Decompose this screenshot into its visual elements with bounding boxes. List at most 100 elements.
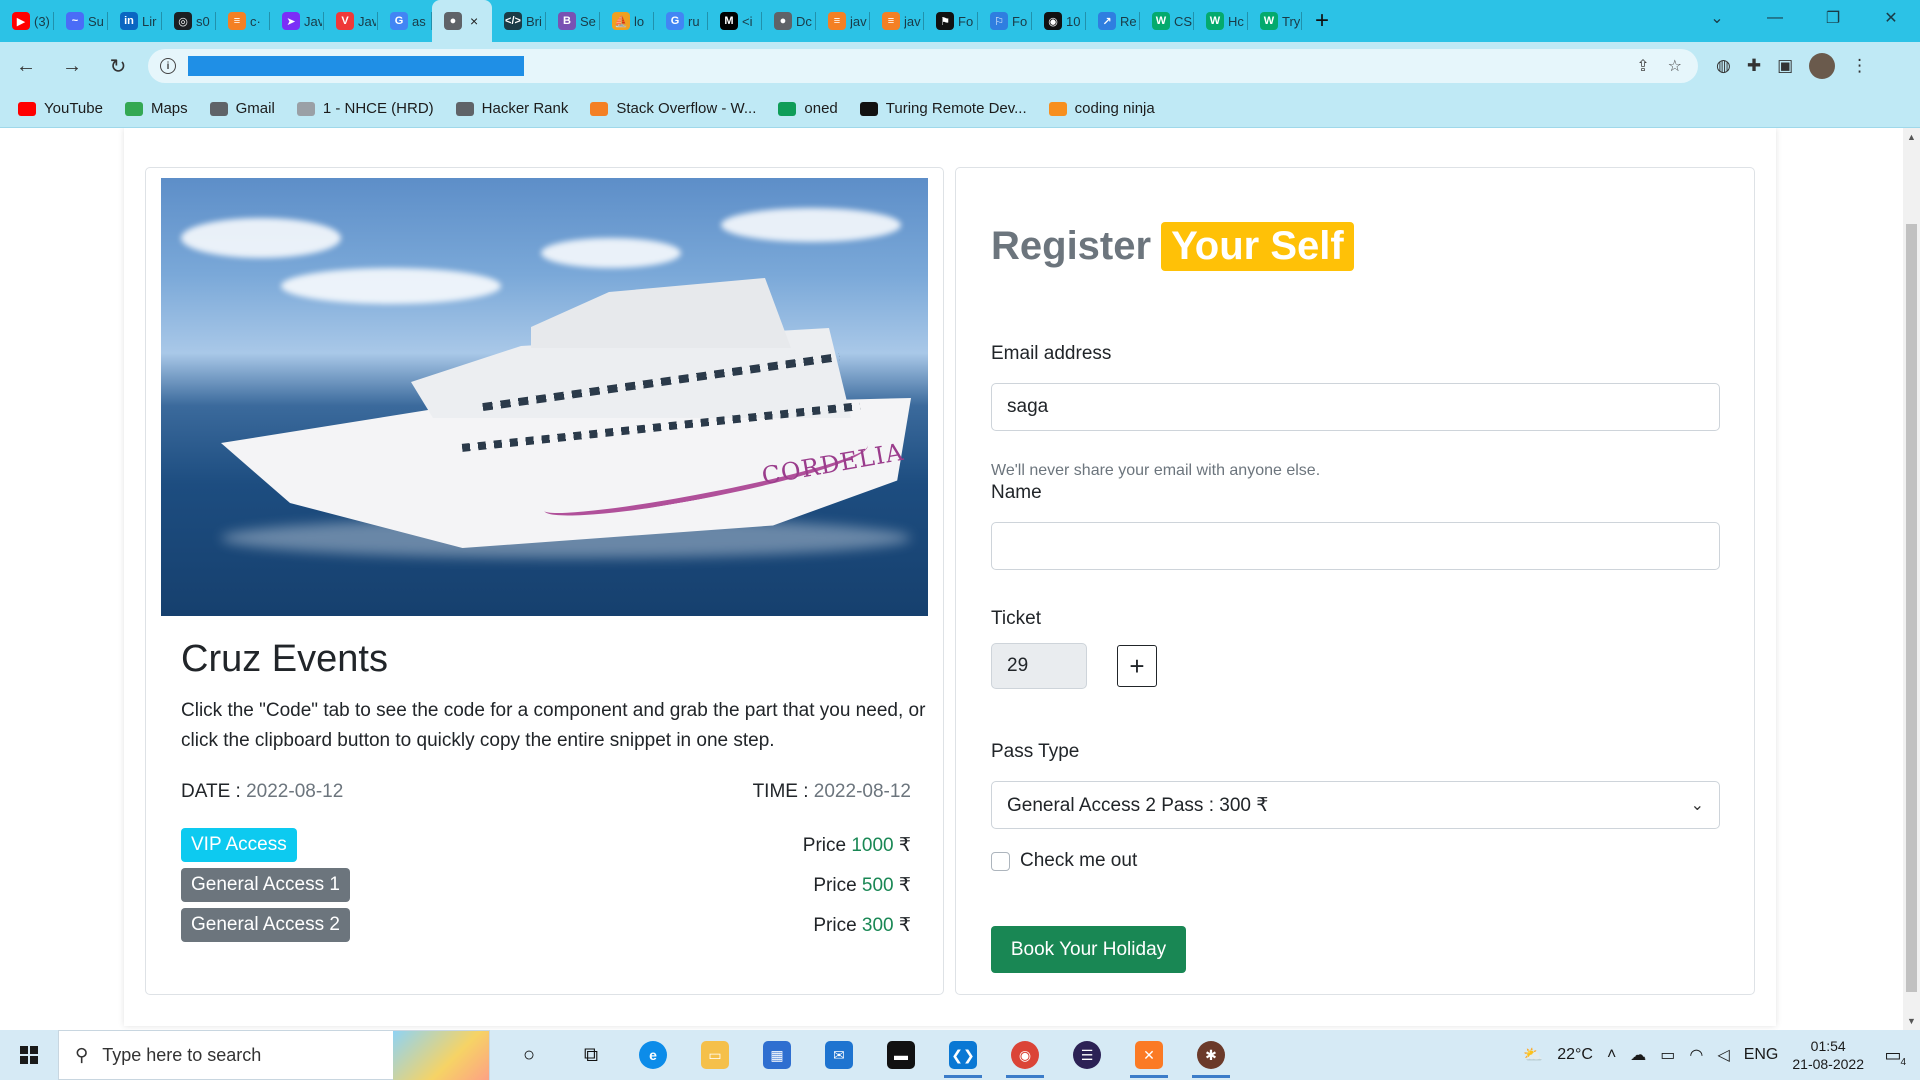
name-field[interactable]	[991, 522, 1720, 570]
share-icon[interactable]: ⇪	[1636, 56, 1649, 76]
browser-tab[interactable]: ⚑ Fo	[924, 0, 978, 42]
browser-tab[interactable]: ~ Su	[54, 0, 108, 42]
weather-temp[interactable]: 22°C	[1557, 1046, 1593, 1064]
extension-globe-icon[interactable]: ◍	[1716, 56, 1731, 76]
google-icon: G	[390, 12, 408, 30]
xampp-icon[interactable]: ✕	[1118, 1030, 1180, 1080]
scroll-down-arrow-icon[interactable]: ▼	[1907, 1016, 1916, 1026]
browser-tab[interactable]: ▶ (3)	[0, 0, 54, 42]
register-title-highlight: Your Self	[1161, 222, 1354, 271]
forward-button[interactable]: →	[52, 46, 92, 86]
language-indicator[interactable]: ENG	[1744, 1046, 1779, 1064]
bookmark-item[interactable]: coding ninja	[1048, 100, 1155, 117]
browser-tab[interactable]: ↗ Re	[1086, 0, 1140, 42]
bookmark-label: oned	[804, 100, 838, 117]
bookmark-item[interactable]: 1 - NHCE (HRD)	[296, 100, 434, 117]
chrome-icon[interactable]: ◉	[994, 1030, 1056, 1080]
reload-button[interactable]: ↻	[98, 46, 138, 86]
tray-chevron-icon[interactable]: ˄	[1607, 1046, 1616, 1064]
browser-tab[interactable]: V Jav	[324, 0, 378, 42]
mail-icon[interactable]: ✉	[808, 1030, 870, 1080]
start-button[interactable]	[0, 1030, 58, 1080]
book-holiday-button[interactable]: Book Your Holiday	[991, 926, 1186, 973]
browser-tab[interactable]: W CS	[1140, 0, 1194, 42]
pass-type-select[interactable]: General Access 2 Pass : 300 ₹ ⌄	[991, 781, 1720, 829]
close-tab-icon[interactable]: ×	[470, 13, 478, 29]
bookmark-item[interactable]: Stack Overflow - W...	[590, 100, 756, 117]
bookmark-item[interactable]: oned	[778, 100, 838, 117]
bookmark-star-icon[interactable]: ☆	[1668, 56, 1682, 76]
file-explorer-icon[interactable]: ▭	[684, 1030, 746, 1080]
browser-tab[interactable]: ➤ Jav	[270, 0, 324, 42]
youtube-icon	[18, 101, 36, 116]
bookmark-item[interactable]: Gmail	[209, 100, 275, 117]
task-view-icon[interactable]: ⧉	[560, 1030, 622, 1080]
app-cog-icon[interactable]: ✱	[1180, 1030, 1242, 1080]
bookmark-item[interactable]: Turing Remote Dev...	[859, 100, 1027, 117]
vscode-icon[interactable]: ❮❯	[932, 1030, 994, 1080]
browser-tab[interactable]: W Hc	[1194, 0, 1248, 42]
bookmark-item[interactable]: Hacker Rank	[455, 100, 568, 117]
side-panel-icon[interactable]: ▣	[1777, 56, 1793, 76]
tab-title: Dc	[796, 13, 812, 29]
terminal-icon[interactable]: ▬	[870, 1030, 932, 1080]
notification-icon[interactable]: ▭ 4	[1878, 1040, 1908, 1070]
browser-tab[interactable]: Gru	[654, 0, 708, 42]
cortana-icon[interactable]: ○	[498, 1030, 560, 1080]
bookmark-item[interactable]: YouTube	[18, 100, 103, 117]
checkbox[interactable]	[991, 851, 1010, 871]
browser-tab[interactable]: B Se	[546, 0, 600, 42]
store-icon[interactable]: ▦	[746, 1030, 808, 1080]
browser-tab[interactable]: ◉ 10	[1032, 0, 1086, 42]
check-me-out[interactable]: Check me out	[991, 850, 1137, 872]
event-title: Cruz Events	[181, 638, 388, 680]
wifi-icon[interactable]: ◠	[1689, 1045, 1703, 1065]
volume-icon[interactable]: ◁	[1717, 1045, 1729, 1065]
globe-icon	[455, 101, 474, 116]
bookmark-label: Stack Overflow - W...	[616, 100, 757, 117]
browser-tab[interactable]: ≡ jav	[816, 0, 870, 42]
browser-tab[interactable]: </> Bri	[492, 0, 546, 42]
browser-tab[interactable]: M <i	[708, 0, 762, 42]
search-icon: ⚲	[75, 1044, 89, 1065]
profile-avatar[interactable]	[1809, 53, 1836, 79]
clock[interactable]: 01:54 21-08-2022	[1792, 1037, 1864, 1073]
address-bar[interactable]: i ⇪ ☆	[148, 49, 1698, 83]
browser-tab[interactable]: ⚐ Fo	[978, 0, 1032, 42]
browser-tab[interactable]: ≡ jav	[870, 0, 924, 42]
menu-kebab-icon[interactable]: ⋮	[1851, 56, 1868, 76]
minimize-button[interactable]: —	[1746, 0, 1804, 36]
browser-tab[interactable]: W Try	[1248, 0, 1302, 42]
tab-title: Bri	[526, 13, 542, 29]
restore-button[interactable]: ❐	[1804, 0, 1862, 36]
site-info-icon[interactable]: i	[160, 58, 176, 74]
browser-tab[interactable]: Gas	[378, 0, 432, 42]
browser-tab[interactable]: ⛵ lo	[600, 0, 654, 42]
tab-title: Lir	[142, 13, 157, 29]
battery-icon[interactable]: ▭	[1660, 1045, 1675, 1065]
scroll-up-arrow-icon[interactable]: ▲	[1907, 132, 1916, 142]
scrollbar-thumb[interactable]	[1906, 224, 1917, 992]
url-selection[interactable]	[188, 56, 524, 76]
new-tab-button[interactable]: +	[1302, 0, 1342, 42]
close-window-button[interactable]: ✕	[1862, 0, 1920, 36]
browser-tab[interactable]: ● Dc	[762, 0, 816, 42]
page-scrollbar[interactable]: ▲ ▼	[1903, 128, 1920, 1030]
add-ticket-button[interactable]: +	[1117, 645, 1157, 687]
event-card: CORDELIA Cruz Events Click the "Code" ta…	[145, 167, 944, 995]
onedrive-icon[interactable]: ☁	[1630, 1045, 1646, 1065]
email-field[interactable]: saga	[991, 383, 1720, 431]
browser-tab[interactable]: ≡ c·	[216, 0, 270, 42]
taskbar-search[interactable]: ⚲ Type here to search	[58, 1030, 490, 1080]
browser-tab[interactable]: ◎ s0	[162, 0, 216, 42]
eclipse-icon[interactable]: ☰	[1056, 1030, 1118, 1080]
page-viewport: CORDELIA Cruz Events Click the "Code" ta…	[0, 128, 1920, 1030]
back-button[interactable]: ←	[6, 46, 46, 86]
tab-search-icon[interactable]: ⌄	[1688, 0, 1746, 36]
weather-icon[interactable]: ⛅	[1523, 1045, 1543, 1065]
browser-tab[interactable]: in Lir	[108, 0, 162, 42]
extensions-puzzle-icon[interactable]: ✚	[1747, 56, 1761, 76]
browser-tab[interactable]: ● ×	[432, 0, 492, 42]
bookmark-item[interactable]: Maps	[124, 100, 188, 117]
edge-icon[interactable]: e	[622, 1030, 684, 1080]
